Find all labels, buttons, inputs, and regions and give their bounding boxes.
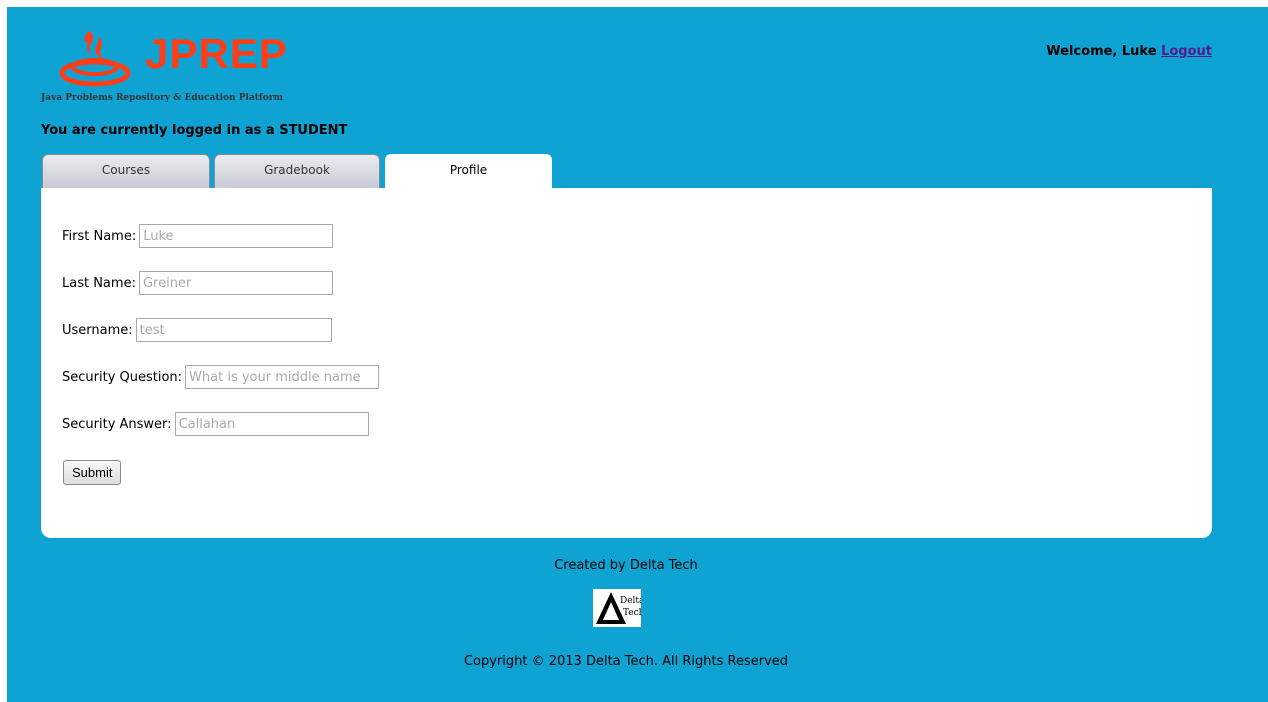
tab-courses[interactable]: Courses	[42, 154, 210, 188]
flame-bowl-logo-icon	[59, 31, 131, 87]
username-label: Username:	[62, 322, 133, 338]
tab-gradebook[interactable]: Gradebook	[214, 154, 380, 188]
profile-panel: First Name: Last Name: Username: Securit…	[41, 188, 1212, 538]
username-input[interactable]	[135, 318, 332, 342]
security-answer-input[interactable]	[174, 412, 369, 436]
logo-title: JPREP	[145, 30, 288, 77]
first-name-input[interactable]	[139, 224, 334, 248]
jprep-logo[interactable]: JPREP Java Problems Repository & Educati…	[37, 25, 307, 105]
page-background: JPREP Java Problems Repository & Educati…	[7, 7, 1268, 702]
security-question-row: Security Question:	[62, 365, 380, 389]
delta-triangle-logo-icon: Delta Tech	[593, 589, 641, 627]
tab-profile[interactable]: Profile	[385, 154, 552, 189]
last-name-label: Last Name:	[62, 275, 136, 291]
security-question-label: Security Question:	[62, 369, 183, 385]
security-answer-label: Security Answer:	[62, 416, 172, 432]
first-name-row: First Name:	[62, 224, 334, 248]
last-name-row: Last Name:	[62, 271, 333, 295]
footer-copyright: Copyright © 2013 Delta Tech. All Rights …	[463, 654, 789, 669]
first-name-label: First Name:	[62, 228, 137, 244]
security-question-input[interactable]	[185, 365, 380, 389]
footer-credit: Created by Delta Tech	[554, 558, 698, 573]
logout-link[interactable]: Logout	[1161, 44, 1212, 59]
security-answer-row: Security Answer:	[62, 412, 369, 436]
submit-button[interactable]: Submit	[63, 460, 122, 485]
welcome-area: Welcome, Luke Logout	[1046, 44, 1212, 59]
welcome-text: Welcome, Luke	[1046, 44, 1162, 59]
tech-logo-word: Tech	[623, 608, 641, 618]
login-role-text: You are currently logged in as a STUDENT	[41, 123, 348, 138]
delta-logo-word: Delta	[620, 596, 641, 606]
username-row: Username:	[62, 318, 332, 342]
logo-tagline: Java Problems Repository & Education Pla…	[41, 93, 284, 103]
last-name-input[interactable]	[138, 271, 333, 295]
